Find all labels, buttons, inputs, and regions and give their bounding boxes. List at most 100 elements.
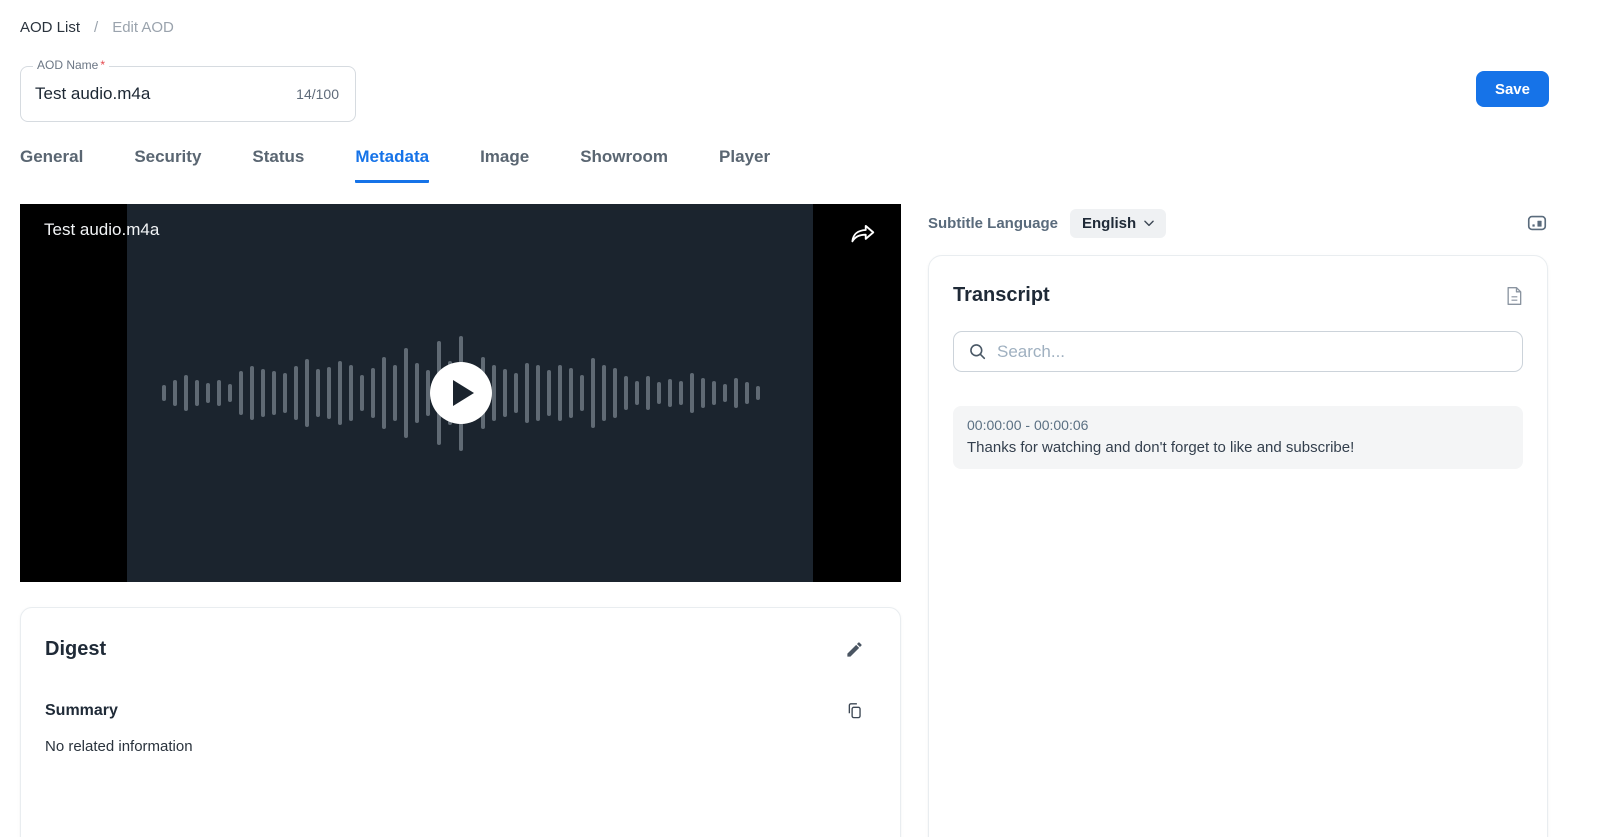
waveform-bar [371,368,375,418]
waveform-bar [734,378,738,408]
save-button[interactable]: Save [1476,71,1549,107]
waveform-bar [217,380,221,406]
waveform-bar [404,348,408,438]
tab-image[interactable]: Image [480,147,529,183]
waveform-bar [228,384,232,402]
waveform-bar [239,371,243,415]
language-selected-value: English [1082,215,1136,232]
waveform-bar [712,381,716,405]
waveform-bar [657,382,661,404]
transcript-search-input[interactable] [987,342,1522,362]
language-select[interactable]: English [1070,209,1166,238]
waveform-bar [723,384,727,402]
waveform-bar [382,357,386,429]
breadcrumb-edit-aod: Edit AOD [112,19,174,36]
waveform-bar [162,385,166,401]
waveform-bar [338,361,342,425]
waveform-bar [690,373,694,413]
play-button[interactable] [430,362,492,424]
breadcrumb-separator: / [94,19,98,36]
waveform-bar [272,371,276,415]
share-forward-icon [850,221,876,247]
waveform-bar [602,365,606,421]
copy-icon [845,701,864,720]
digest-title: Digest [45,638,106,661]
waveform-bar [261,369,265,417]
waveform-bar [184,375,188,411]
digest-header: Digest [21,608,900,661]
waveform-bar [668,379,672,407]
waveform-bar [305,359,309,427]
tab-showroom[interactable]: Showroom [580,147,668,183]
play-icon [453,380,474,406]
transcript-entries: 00:00:00 - 00:00:06 Thanks for watching a… [953,406,1523,469]
waveform-bar [503,369,507,417]
waveform-bar [646,376,650,410]
panel-toggle-icon [1526,212,1548,234]
tab-security[interactable]: Security [134,147,201,183]
waveform-bar [613,368,617,418]
waveform-bar [569,368,573,418]
transcript-document-button[interactable] [1505,286,1523,306]
digest-card: Digest Summary No related in [20,607,901,837]
waveform-bar [756,386,760,400]
tab-status[interactable]: Status [252,147,304,183]
chevron-down-icon [1142,216,1156,230]
waveform-bar [591,358,595,428]
waveform-bar [580,375,584,411]
waveform-bar [173,380,177,406]
waveform-bar [536,365,540,421]
character-counter: 14/100 [296,86,339,102]
document-icon [1505,286,1523,306]
tab-bar: General Security Status Metadata Image Showro… [20,147,770,183]
waveform-bar [514,373,518,413]
search-icon [954,342,987,361]
waveform-bar [525,363,529,423]
waveform-bar [250,366,254,420]
waveform-bar [393,365,397,421]
breadcrumb: AOD List / Edit AOD [20,19,174,36]
transcript-header: Transcript [929,256,1547,307]
transcript-card: Transcript 00:00:00 - 00:00 [928,255,1548,837]
waveform-bar [679,381,683,405]
entry-time-range: 00:00:00 - 00:00:06 [967,417,1509,433]
transcript-search-box [953,331,1523,372]
summary-header: Summary [21,661,900,720]
audio-player[interactable]: Test audio.m4a [20,204,901,582]
waveform-bar [624,376,628,410]
waveform-bar [558,365,562,421]
tab-player[interactable]: Player [719,147,770,183]
breadcrumb-aod-list[interactable]: AOD List [20,19,80,36]
waveform-bar [701,378,705,408]
entry-text: Thanks for watching and don't forget to … [967,439,1509,456]
summary-empty-text: No related information [21,720,900,755]
aod-name-field: AOD Name* 14/100 [20,66,356,122]
transcript-entry[interactable]: 00:00:00 - 00:00:06 Thanks for watching a… [953,406,1523,469]
waveform-bar [745,382,749,404]
summary-title: Summary [45,702,118,720]
waveform-bar [283,373,287,413]
waveform-bar [294,366,298,420]
copy-summary-button[interactable] [845,701,864,720]
waveform-bar [635,381,639,405]
edit-aod-page: AOD List / Edit AOD AOD Name* 14/100 Sav… [0,0,1600,837]
tab-metadata[interactable]: Metadata [355,147,429,183]
waveform-bar [415,363,419,423]
waveform-bar [206,383,210,403]
waveform-bar [316,369,320,417]
transcript-title: Transcript [953,284,1050,307]
panel-toggle-button[interactable] [1526,212,1548,234]
subtitle-language-row: Subtitle Language English [928,205,1548,241]
subtitle-language-label: Subtitle Language [928,215,1058,232]
waveform-bar [195,380,199,406]
tab-general[interactable]: General [20,147,83,183]
pencil-icon [845,640,864,659]
player-title: Test audio.m4a [44,220,159,240]
edit-digest-button[interactable] [845,640,864,659]
waveform-bar [327,367,331,419]
waveform-bar [492,365,496,421]
waveform-bar [547,370,551,416]
share-button[interactable] [847,218,879,250]
aod-name-input[interactable] [35,67,265,121]
waveform-bar [360,375,364,411]
